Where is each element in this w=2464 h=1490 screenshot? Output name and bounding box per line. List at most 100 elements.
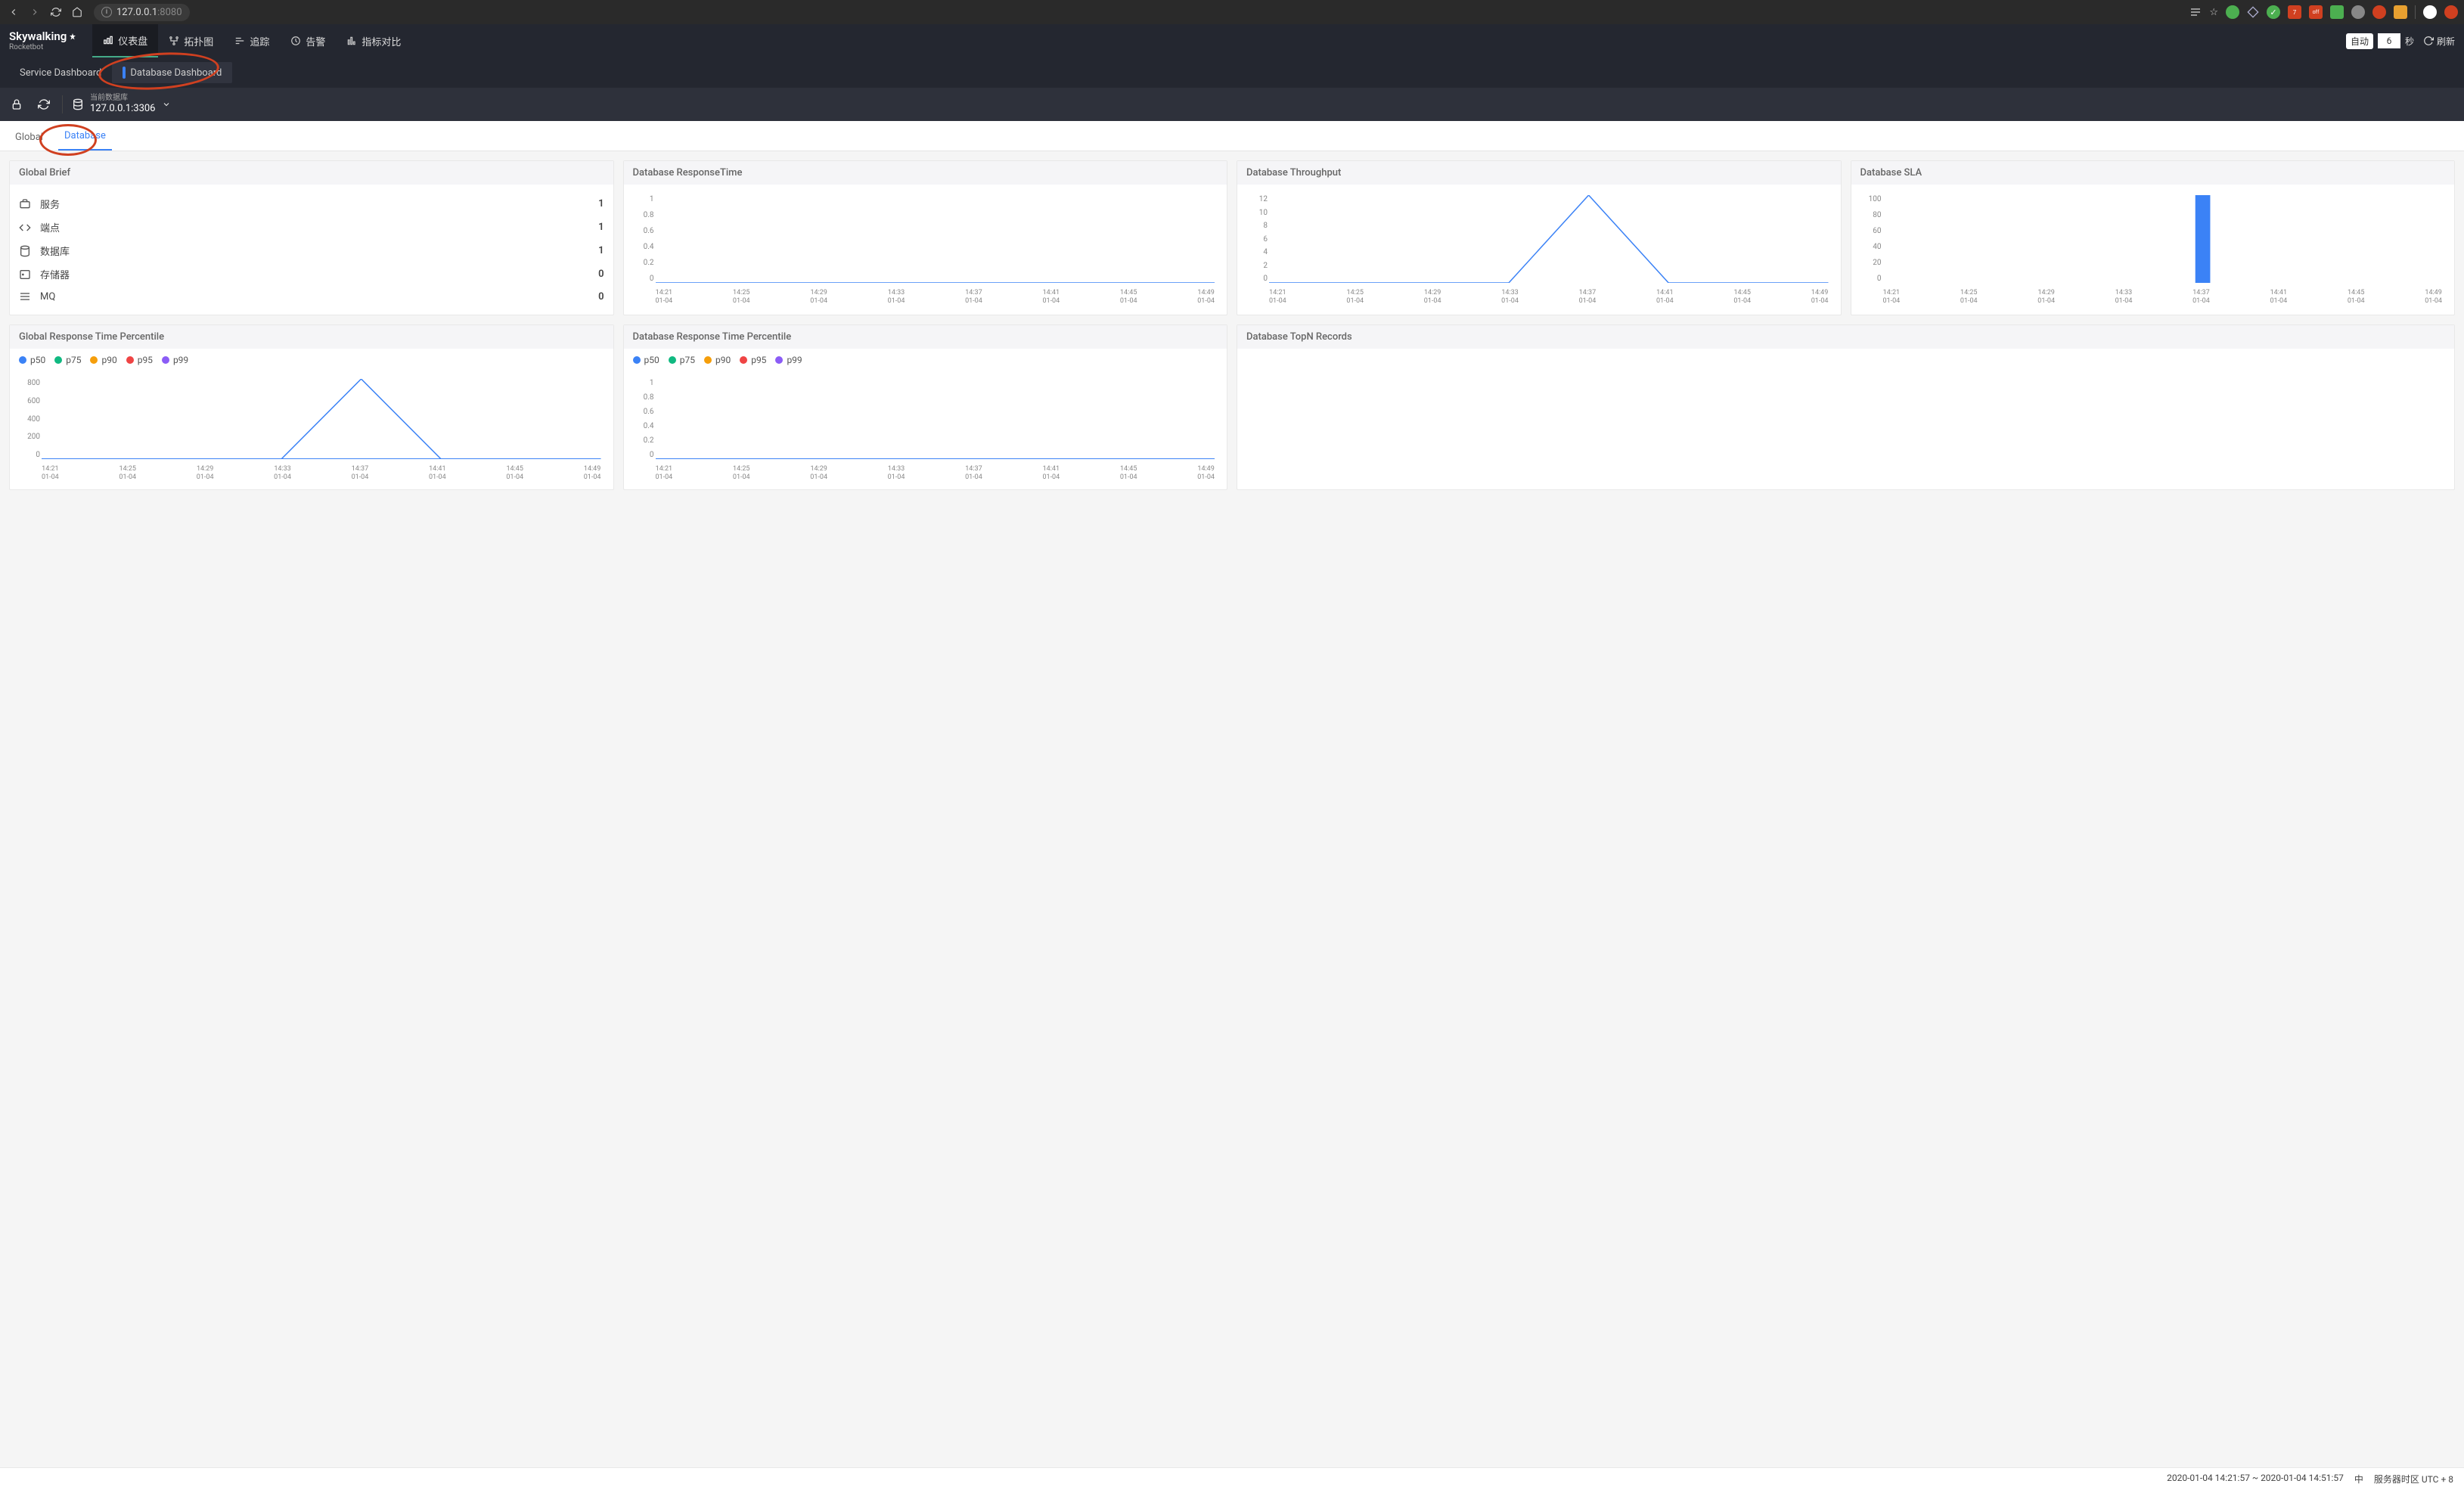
nav-label: 拓扑图 (184, 34, 213, 48)
ext-icon[interactable] (2372, 5, 2386, 19)
legend-item[interactable]: p75 (54, 355, 81, 365)
top-nav: Skywalking Rocketbot 仪表盘 拓扑图 追踪 告警 指标对比 … (0, 24, 2464, 57)
nav-label: 仪表盘 (118, 33, 147, 48)
legend-dot-icon (669, 356, 676, 364)
dashboard-subnav: Service Dashboard Database Dashboard (0, 57, 2464, 88)
reader-icon[interactable] (2189, 6, 2202, 18)
ext-icon[interactable] (2351, 5, 2365, 19)
legend-dot-icon (126, 356, 134, 364)
legend-item[interactable]: p95 (126, 355, 153, 365)
panel-sla: Database SLA 10080604020014:2101-0414:25… (1851, 160, 2456, 315)
lang-toggle[interactable]: 中 (2354, 1473, 2363, 1485)
legend-dot-icon (19, 356, 26, 364)
browser-chrome: i 127.0.0.1:8080 ☆ ✓ 7 off (0, 0, 2464, 24)
brief-value: 1 (598, 198, 604, 210)
legend-label: p50 (30, 355, 45, 365)
tab-label: Service Dashboard (20, 67, 101, 79)
legend-label: p50 (644, 355, 659, 365)
panel-response-time: Database ResponseTime 10.80.60.40.2014:2… (623, 160, 1228, 315)
legend-dot-icon (775, 356, 783, 364)
reload-button[interactable] (48, 5, 64, 20)
legend-item[interactable]: p50 (633, 355, 659, 365)
legend-item[interactable]: p75 (669, 355, 695, 365)
info-icon: i (101, 7, 112, 17)
database-icon (19, 245, 33, 257)
legend-item[interactable]: p90 (704, 355, 731, 365)
db-select-label: 当前数据库 (90, 94, 156, 103)
legend-item[interactable]: p95 (740, 355, 766, 365)
forward-button[interactable] (27, 5, 42, 20)
nav-alarm[interactable]: 告警 (280, 24, 336, 57)
database-icon (72, 98, 84, 110)
nav-label: 告警 (306, 34, 325, 48)
ext-icon[interactable]: off (2309, 5, 2323, 19)
legend: p50 p75 p90 p95 p99 (10, 349, 613, 368)
avatar-icon[interactable] (2423, 5, 2437, 19)
db-select-value: 127.0.0.1:3306 (90, 103, 156, 115)
diamond-icon[interactable] (2247, 6, 2259, 18)
nav-dashboard[interactable]: 仪表盘 (92, 24, 158, 57)
tab-database-dashboard[interactable]: Database Dashboard (112, 62, 232, 83)
sub-tabs: Global Database (0, 121, 2464, 151)
nav-metrics[interactable]: 指标对比 (336, 24, 411, 57)
brief-value: 1 (598, 245, 604, 256)
panel-title: Database TopN Records (1237, 325, 2454, 349)
star-icon[interactable]: ☆ (2209, 7, 2218, 18)
nav-label: 指标对比 (362, 34, 401, 48)
panel-title: Global Response Time Percentile (10, 325, 613, 349)
subtab-database[interactable]: Database (58, 123, 112, 151)
content-grid: Global Brief 服务1端点1数据库1存储器0MQ0 Database … (0, 151, 2464, 499)
brief-value: 1 (598, 222, 604, 233)
panel-title: Database ResponseTime (624, 161, 1227, 185)
brief-row: 数据库1 (19, 239, 604, 262)
footer-bar: 2020-01-04 14:21:57 ~ 2020-01-04 14:51:5… (0, 1467, 2464, 1490)
legend-label: p75 (66, 355, 81, 365)
legend-item[interactable]: p99 (775, 355, 802, 365)
ext-icon[interactable]: ✓ (2267, 5, 2280, 19)
db-marker-icon (123, 67, 126, 79)
ext-icon[interactable] (2444, 5, 2458, 19)
legend-item[interactable]: p99 (162, 355, 188, 365)
logo-subtitle: Rocketbot (9, 43, 77, 51)
interval-input[interactable] (2378, 33, 2400, 48)
chart-throughput: 12108642014:2101-0414:2501-0414:2901-041… (1246, 192, 1832, 306)
storage-icon (19, 269, 33, 281)
ext-icon[interactable]: 7 (2288, 5, 2301, 19)
ext-icon[interactable] (2394, 5, 2407, 19)
legend-item[interactable]: p50 (19, 355, 45, 365)
home-button[interactable] (70, 5, 85, 20)
ext-icon[interactable] (2330, 5, 2344, 19)
divider (2415, 5, 2416, 19)
browser-extensions: ☆ ✓ 7 off (2189, 5, 2458, 19)
brief-label: 存储器 (40, 267, 598, 281)
lock-button[interactable] (8, 95, 26, 113)
subtab-global[interactable]: Global (9, 124, 49, 151)
database-selector[interactable]: 当前数据库 127.0.0.1:3306 (72, 94, 171, 115)
tab-label: Database Dashboard (130, 67, 222, 79)
refresh-label: 刷新 (2437, 35, 2455, 48)
panel-db-percentile: Database Response Time Percentile p50p75… (623, 324, 1228, 490)
topology-icon (169, 36, 179, 46)
metrics-icon (346, 36, 357, 46)
refresh-button[interactable]: 刷新 (2423, 35, 2455, 48)
legend-item[interactable]: p90 (90, 355, 116, 365)
nav-topology[interactable]: 拓扑图 (158, 24, 224, 57)
back-button[interactable] (6, 5, 21, 20)
legend-label: p95 (751, 355, 766, 365)
address-bar[interactable]: i 127.0.0.1:8080 (94, 4, 190, 21)
brief-row: 端点1 (19, 216, 604, 239)
legend-label: p90 (101, 355, 116, 365)
legend-dot-icon (162, 356, 169, 364)
refresh-icon (2423, 36, 2434, 46)
legend-dot-icon (740, 356, 747, 364)
url-host: 127.0.0.1 (116, 7, 157, 18)
nav-trace[interactable]: 追踪 (224, 24, 280, 57)
brief-label: 数据库 (40, 244, 598, 258)
time-range[interactable]: 2020-01-04 14:21:57 ~ 2020-01-04 14:51:5… (2167, 1473, 2344, 1485)
brief-label: 服务 (40, 197, 598, 211)
auto-button[interactable]: 自动 (2346, 33, 2373, 49)
ext-icon[interactable] (2226, 5, 2239, 19)
tab-service-dashboard[interactable]: Service Dashboard (9, 63, 112, 83)
reload-button[interactable] (35, 95, 53, 113)
brief-label: 端点 (40, 220, 598, 234)
